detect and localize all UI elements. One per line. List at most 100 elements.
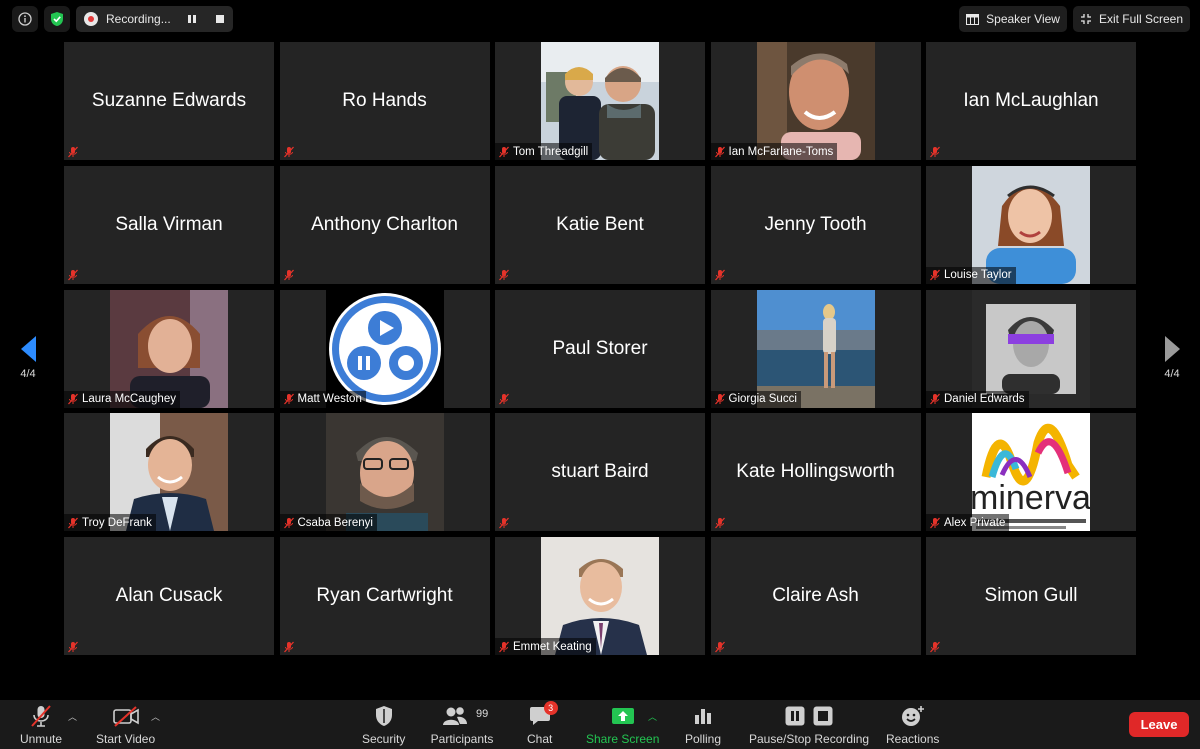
security-shield-icon xyxy=(375,706,392,726)
participant-label: Daniel Edwards xyxy=(926,390,1029,408)
participant-tile[interactable]: Giorgia Succi xyxy=(710,289,921,408)
participant-name: Claire Ash xyxy=(772,585,859,606)
mic-muted-icon xyxy=(68,393,78,405)
participant-label xyxy=(64,638,83,655)
pause-stop-recording-button[interactable]: Pause/Stop Recording xyxy=(749,704,869,746)
participant-tile[interactable]: Kate Hollingsworth xyxy=(710,413,921,532)
video-camera-off-icon xyxy=(112,706,139,727)
participant-label: Tom Threadgill xyxy=(495,143,593,160)
participant-label: Laura McCaughey xyxy=(64,390,180,408)
participant-name: Katie Bent xyxy=(556,213,644,235)
polling-button[interactable]: Polling xyxy=(685,704,721,746)
mic-muted-icon xyxy=(283,146,294,157)
start-video-button[interactable]: Start Video xyxy=(96,704,155,746)
exit-full-screen-label: Exit Full Screen xyxy=(1098,12,1183,26)
mic-muted-icon xyxy=(283,517,294,529)
participant-tile[interactable]: Paul Storer xyxy=(495,289,705,408)
participant-tile[interactable]: Claire Ash xyxy=(710,537,921,655)
previous-page-button[interactable]: 4/4 xyxy=(8,336,48,380)
participant-tile[interactable]: Katie Bent xyxy=(495,165,705,284)
page-indicator-right: 4/4 xyxy=(1164,368,1180,380)
participant-label: Louise Taylor xyxy=(926,266,1016,284)
mic-muted-icon xyxy=(68,269,78,281)
participant-tile[interactable]: Matt Weston xyxy=(279,289,490,408)
participant-tile[interactable]: Ian McLaughlan xyxy=(926,42,1136,160)
participant-label xyxy=(280,143,299,160)
arrow-left-icon xyxy=(20,336,36,362)
participant-label xyxy=(280,267,299,284)
participant-tile[interactable]: Troy DeFrank xyxy=(64,413,274,532)
participants-label: Participants xyxy=(430,732,494,746)
participant-name: Alan Cusack xyxy=(115,585,223,606)
participant-label: Matt Weston xyxy=(279,390,366,408)
participant-tile[interactable]: Jenny Tooth xyxy=(710,165,921,284)
participant-tile[interactable]: Louise Taylor xyxy=(926,165,1136,284)
chat-unread-badge: 3 xyxy=(543,701,558,715)
meeting-top-bar: Recording... Speaker View Exit Full Scre… xyxy=(0,0,1200,38)
mic-muted-icon xyxy=(714,517,725,529)
leave-meeting-button[interactable]: Leave xyxy=(1129,712,1189,737)
reactions-button[interactable]: Reactions xyxy=(886,704,939,746)
exit-full-screen-button[interactable]: Exit Full Screen xyxy=(1072,6,1190,32)
participant-tile[interactable]: Ian McFarlane-Toms xyxy=(710,42,921,160)
participant-tile[interactable]: Emmet Keating xyxy=(495,537,705,655)
chat-button[interactable]: 3 Chat xyxy=(527,701,558,746)
participant-tile[interactable]: stuart Baird xyxy=(495,413,705,532)
encryption-shield-button[interactable] xyxy=(44,6,70,32)
participant-tile[interactable]: Simon Gull xyxy=(926,537,1136,655)
unmute-button[interactable]: Unmute xyxy=(20,704,62,746)
exit-fullscreen-icon xyxy=(1080,14,1091,24)
participant-tile[interactable]: Suzanne Edwards xyxy=(64,42,274,160)
participant-label xyxy=(711,638,730,655)
participant-tile[interactable]: Ryan Cartwright xyxy=(279,537,490,655)
participant-name: Jenny Tooth xyxy=(764,213,867,235)
mic-muted-icon xyxy=(283,269,294,281)
mic-muted-icon xyxy=(499,517,509,529)
participant-name: Suzanne Edwards xyxy=(91,90,247,111)
participant-name: Louise Taylor xyxy=(944,269,1012,282)
pause-stop-recording-label: Pause/Stop Recording xyxy=(749,732,870,746)
share-options-caret-icon[interactable]: ︿ xyxy=(648,710,657,723)
mic-muted-icon xyxy=(499,146,509,157)
participant-tile[interactable]: Daniel Edwards xyxy=(926,289,1136,408)
participant-tile[interactable]: Tom Threadgill xyxy=(495,42,705,160)
participant-name: Daniel Edwards xyxy=(944,393,1025,405)
participant-tile[interactable]: Anthony Charlton xyxy=(279,165,490,284)
participant-label: Troy DeFrank xyxy=(64,514,156,532)
next-page-button[interactable]: 4/4 xyxy=(1152,336,1192,380)
pause-recording-icon[interactable] xyxy=(187,14,197,24)
audio-options-caret-icon[interactable]: ︿ xyxy=(68,710,77,723)
mic-muted-icon xyxy=(930,146,940,157)
participant-tile[interactable]: Salla Virman xyxy=(64,165,274,284)
participant-tile[interactable]: Alan Cusack xyxy=(64,537,274,655)
participant-label xyxy=(495,514,514,531)
participant-name: Paul Storer xyxy=(552,337,648,359)
participant-tile[interactable]: Ro Hands xyxy=(279,42,490,160)
participant-tile[interactable]: Csaba Berenyi xyxy=(279,413,490,532)
security-button[interactable]: Security xyxy=(362,704,405,746)
smiley-add-icon xyxy=(901,706,924,726)
participant-name: Simon Gull xyxy=(984,585,1078,606)
cloud-recording-icon xyxy=(84,12,98,26)
polling-bar-chart-icon xyxy=(695,709,712,724)
meeting-info-button[interactable] xyxy=(12,6,38,32)
mic-muted-icon xyxy=(499,269,509,281)
stop-icon xyxy=(813,706,833,726)
speaker-view-button[interactable]: Speaker View xyxy=(959,6,1067,32)
chat-label: Chat xyxy=(527,732,553,746)
mic-muted-icon xyxy=(714,269,725,281)
participant-tile[interactable]: minerva Alex Private xyxy=(926,413,1136,532)
shield-check-icon xyxy=(51,12,63,26)
video-options-caret-icon[interactable]: ︿ xyxy=(151,710,160,723)
participant-label: Ian McFarlane-Toms xyxy=(710,143,838,160)
participant-label: Csaba Berenyi xyxy=(279,514,377,532)
participant-name: Tom Threadgill xyxy=(513,145,589,158)
participant-tile[interactable]: Laura McCaughey xyxy=(64,289,274,408)
participant-name: Salla Virman xyxy=(115,213,223,235)
unmute-label: Unmute xyxy=(20,732,63,746)
security-label: Security xyxy=(362,732,406,746)
participants-button[interactable]: 99 Participants xyxy=(430,704,494,746)
stop-recording-icon[interactable] xyxy=(215,14,225,24)
mic-muted-icon xyxy=(714,146,725,157)
mic-muted-icon xyxy=(283,393,294,405)
